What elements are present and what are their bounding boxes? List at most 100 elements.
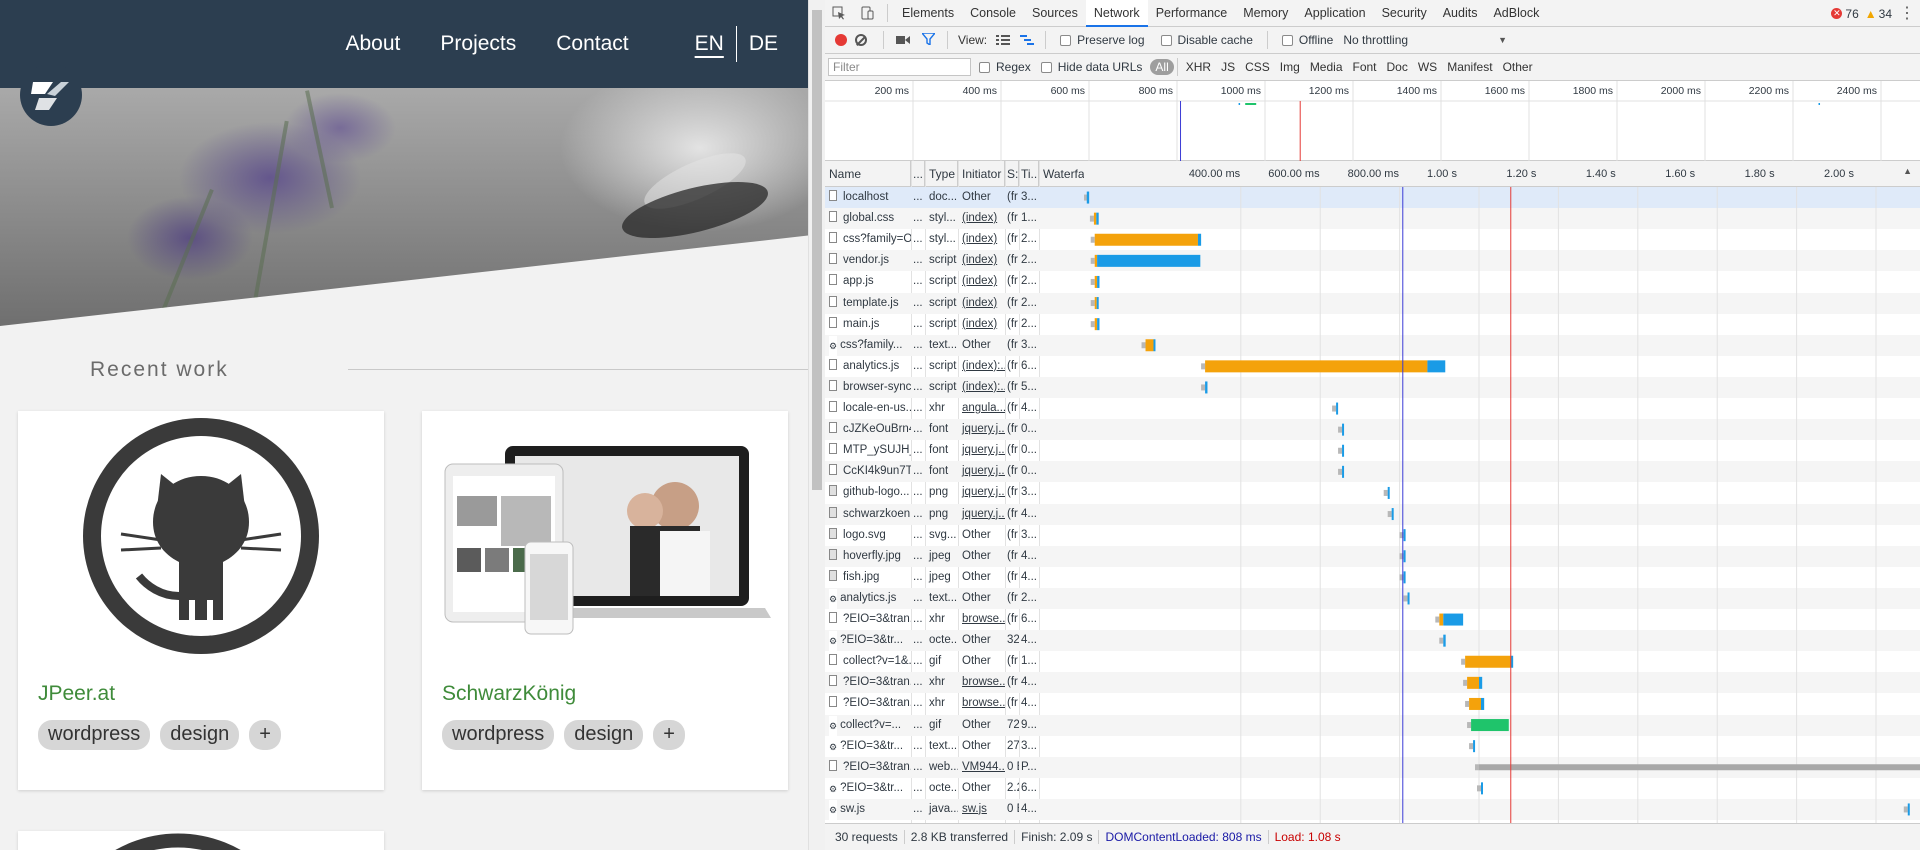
waterfall-queue-mark	[1089, 215, 1094, 222]
sort-arrow-icon[interactable]: ▲	[1903, 166, 1912, 176]
waterfall-receive-bar	[1097, 318, 1100, 331]
project-card-partial[interactable]	[18, 831, 384, 850]
filter-type-xhr[interactable]: XHR	[1181, 60, 1216, 74]
project-card-schwarzkoenig[interactable]: SchwarzKönig wordpress design +	[422, 411, 788, 790]
column-waterfall[interactable]: Waterfall	[1039, 161, 1084, 187]
filter-input[interactable]	[828, 58, 971, 76]
column-size[interactable]: S:	[1005, 161, 1019, 187]
filter-type-ws[interactable]: WS	[1413, 60, 1442, 74]
tab-security[interactable]: Security	[1374, 0, 1435, 27]
request-name-text: schwarzkoen...	[843, 507, 911, 520]
waterfall-waiting-bar	[1094, 233, 1198, 246]
lang-en-link[interactable]: EN	[683, 26, 737, 62]
project-tags: wordpress design +	[38, 720, 291, 750]
column-initiator[interactable]: Initiator	[958, 161, 1005, 187]
tag-more-button[interactable]: +	[249, 720, 281, 750]
waterfall-tick-label: 2.00 s	[1824, 168, 1854, 180]
tag-more-button[interactable]: +	[653, 720, 685, 750]
request-initiator: browse...	[962, 697, 1005, 710]
tag-wordpress[interactable]: wordpress	[38, 720, 151, 750]
network-overview-timeline[interactable]: 200 ms 400 ms 600 ms 800 ms 1000 ms 1200 ms 14…	[825, 81, 1920, 161]
overview-chart: 200 ms 400 ms 600 ms 800 ms 1000 ms 1200 ms 14…	[825, 81, 1920, 161]
logo-mark-icon	[31, 82, 69, 110]
filter-type-js[interactable]: JS	[1216, 60, 1240, 74]
request-time: 6...	[1021, 781, 1037, 794]
scrollbar-thumb[interactable]	[812, 10, 822, 490]
filter-type-font[interactable]: Font	[1348, 60, 1382, 74]
waterfall-view-icon[interactable]	[1020, 34, 1035, 46]
hide-data-urls-checkbox[interactable]: Hide data URLs	[1040, 60, 1142, 74]
filter-type-all[interactable]: All	[1150, 59, 1174, 75]
request-type: octe...	[929, 634, 958, 647]
column-path[interactable]: ...	[911, 161, 925, 187]
devtools-tabbar: Elements Console Sources Network Perform…	[825, 0, 1920, 27]
tab-performance[interactable]: Performance	[1148, 0, 1236, 27]
column-name[interactable]: Name	[825, 161, 911, 187]
disable-cache-checkbox[interactable]: Disable cache	[1160, 33, 1253, 47]
tab-elements[interactable]: Elements	[894, 0, 962, 27]
waterfall-waiting-bar	[1205, 360, 1428, 373]
nav-about-link[interactable]: About	[346, 32, 401, 56]
document-file-icon	[829, 696, 837, 708]
request-type: script	[929, 359, 957, 372]
request-dots: ...	[913, 444, 923, 457]
request-dots: ...	[913, 233, 923, 246]
project-title-schwarzkoenig[interactable]: SchwarzKönig	[442, 682, 576, 706]
tab-memory[interactable]: Memory	[1235, 0, 1296, 27]
nav-contact-link[interactable]: Contact	[556, 32, 628, 56]
offline-checkbox[interactable]: Offline	[1281, 33, 1333, 47]
tab-audits[interactable]: Audits	[1435, 0, 1486, 27]
page-scrollbar[interactable]	[808, 0, 825, 850]
preserve-log-checkbox[interactable]: Preserve log	[1060, 33, 1145, 47]
request-initiator: (index)	[962, 296, 998, 309]
large-rows-icon[interactable]	[996, 34, 1011, 46]
clear-button[interactable]	[855, 34, 867, 46]
overview-tick-label: 2200 ms	[1749, 85, 1789, 97]
tab-application[interactable]: Application	[1296, 0, 1373, 27]
column-type[interactable]: Type	[925, 161, 958, 187]
tab-adblock[interactable]: AdBlock	[1485, 0, 1547, 27]
site-logo[interactable]	[20, 64, 82, 126]
inspect-element-icon[interactable]	[825, 0, 853, 27]
request-name-text: locale-en-us...	[843, 402, 911, 414]
request-time: 2...	[1021, 296, 1037, 309]
record-button[interactable]	[835, 34, 847, 46]
lang-de-link[interactable]: DE	[737, 32, 790, 56]
more-options-icon[interactable]: ⋮	[1899, 0, 1915, 27]
tab-console[interactable]: Console	[962, 0, 1024, 27]
filter-funnel-icon[interactable]	[920, 31, 937, 48]
tab-network[interactable]: Network	[1085, 0, 1148, 27]
project-card-jpeer[interactable]: JPeer.at wordpress design +	[18, 411, 384, 790]
filter-type-manifest[interactable]: Manifest	[1442, 60, 1497, 74]
error-icon: ✕	[1831, 8, 1843, 19]
tab-sources[interactable]: Sources	[1024, 0, 1086, 27]
nav-projects-link[interactable]: Projects	[440, 32, 516, 56]
waterfall-receive-bar	[1427, 360, 1446, 373]
filter-type-css[interactable]: CSS	[1240, 60, 1275, 74]
device-toolbar-icon[interactable]	[853, 0, 881, 27]
document-file-icon	[829, 358, 837, 370]
throttling-select[interactable]: No throttling ▼	[1343, 33, 1507, 47]
request-name-text: ?EIO=3&tran...	[843, 760, 911, 773]
tag-design[interactable]: design	[160, 720, 240, 750]
request-name: ⚙ css?family...	[825, 335, 911, 356]
tag-wordpress[interactable]: wordpress	[442, 720, 555, 750]
filter-type-other[interactable]: Other	[1498, 60, 1538, 74]
devtools-panel: Elements Console Sources Network Perform…	[825, 0, 1920, 850]
document-file-icon	[829, 612, 837, 623]
column-time[interactable]: Ti...	[1019, 161, 1039, 187]
request-initiator: (index):...	[962, 359, 1005, 372]
request-initiator: Other	[962, 718, 991, 731]
regex-checkbox[interactable]: Regex	[979, 60, 1031, 74]
filter-type-doc[interactable]: Doc	[1382, 60, 1413, 74]
waterfall-receive-bar	[1387, 486, 1390, 499]
tag-design[interactable]: design	[564, 720, 644, 750]
request-size: 72	[1007, 718, 1019, 731]
filter-type-media[interactable]: Media	[1305, 60, 1348, 74]
request-dots: ...	[913, 570, 923, 583]
console-counts[interactable]: ✕ 76 ▲ 34	[1831, 0, 1892, 27]
capture-screenshots-icon[interactable]	[896, 33, 910, 48]
filter-type-img[interactable]: Img	[1275, 60, 1305, 74]
requests-table-header: Name ... Type Initiator S: Ti... Waterfa…	[825, 161, 1920, 187]
project-title-jpeer[interactable]: JPeer.at	[38, 682, 115, 706]
